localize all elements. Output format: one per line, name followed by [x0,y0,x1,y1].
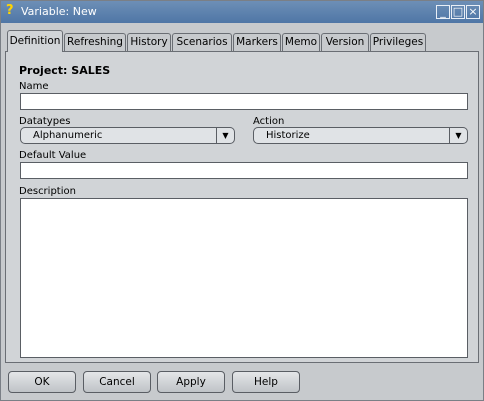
datatypes-select[interactable]: Alphanumeric ▼ [20,127,235,144]
action-label: Action [253,116,285,127]
tab-scenarios[interactable]: Scenarios [172,33,232,51]
chevron-down-icon[interactable]: ▼ [449,128,467,143]
tab-definition[interactable]: Definition [7,30,63,52]
name-input[interactable] [20,93,468,110]
description-textarea[interactable] [20,198,468,358]
tab-history[interactable]: History [127,33,171,51]
tab-version[interactable]: Version [321,33,369,51]
close-icon[interactable]: × [466,5,480,19]
tab-refreshing[interactable]: Refreshing [64,33,126,51]
window-title: Variable: New [21,5,97,18]
definition-panel: Project: SALES Name Datatypes Alphanumer… [5,51,479,363]
description-label: Description [19,186,76,197]
action-value: Historize [266,130,310,141]
tab-markers[interactable]: Markers [233,33,281,51]
project-label: Project: SALES [19,64,111,77]
variable-window: ? Variable: New _ □ × Definition Refresh… [0,0,484,401]
minimize-icon[interactable]: _ [436,5,450,19]
tab-memo[interactable]: Memo [282,33,320,51]
cancel-button[interactable]: Cancel [83,371,151,393]
question-icon: ? [6,3,14,18]
ok-button[interactable]: OK [8,371,76,393]
apply-button[interactable]: Apply [157,371,225,393]
name-label: Name [19,81,49,92]
action-select[interactable]: Historize ▼ [253,127,468,144]
default-value-input[interactable] [20,162,468,179]
tab-privileges[interactable]: Privileges [370,33,426,51]
title-bar[interactable]: ? Variable: New _ □ × [1,1,483,23]
chevron-down-icon[interactable]: ▼ [216,128,234,143]
datatypes-label: Datatypes [19,116,71,127]
datatypes-value: Alphanumeric [33,130,103,141]
default-value-label: Default Value [19,150,87,161]
maximize-icon[interactable]: □ [451,5,465,19]
help-button[interactable]: Help [232,371,300,393]
